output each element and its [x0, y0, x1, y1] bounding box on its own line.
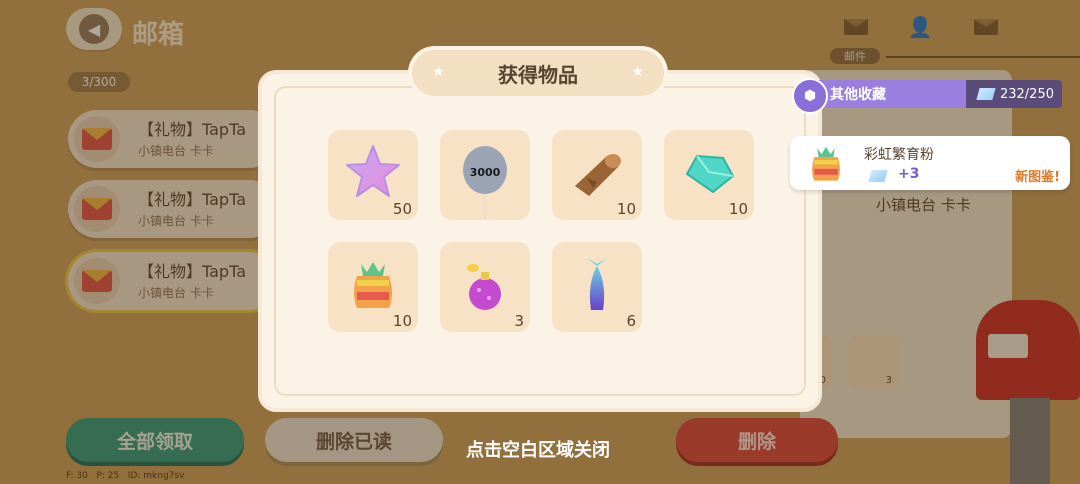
rainbow-pouch-icon: [812, 146, 840, 181]
teal-gem-icon: [685, 154, 735, 194]
gem-icon: [976, 88, 996, 100]
3000-balloon-icon: 3000: [463, 146, 507, 220]
reward-slot: 6: [552, 242, 642, 332]
gem-icon: [868, 170, 888, 182]
reward-slot: 3: [440, 242, 530, 332]
wood-log-icon: [575, 154, 621, 196]
collection-label: 其他收藏: [816, 80, 966, 108]
new-catalog-tag: 新图鉴!: [1015, 170, 1060, 185]
collection-count: 232/250: [966, 80, 1062, 108]
star-icon: ★: [631, 64, 644, 80]
modal-title-banner: ★ 获得物品 ★: [412, 50, 664, 96]
svg-text:3000: 3000: [470, 166, 501, 179]
perfume-bottle-icon: [467, 264, 501, 310]
mermaid-tail-icon: [587, 258, 607, 310]
collection-icon: ⬢: [792, 78, 828, 114]
purple-star-icon: [346, 145, 400, 197]
modal-title: 获得物品: [498, 62, 578, 87]
reward-slot: 10: [328, 242, 418, 332]
rainbow-pouch-icon: [354, 262, 392, 308]
reward-slot: 10: [664, 130, 754, 220]
star-icon: ★: [432, 64, 445, 80]
reward-slot: 50: [328, 130, 418, 220]
close-hint: 点击空白区域关闭: [466, 440, 610, 461]
reward-slot: 3000: [440, 130, 530, 220]
new-item-name: 彩虹繁育粉: [864, 147, 934, 163]
rewards-modal: [258, 70, 822, 412]
reward-slot: 10: [552, 130, 642, 220]
new-item-gain: +3: [898, 166, 920, 182]
new-collection-card: 彩虹繁育粉 +3 新图鉴!: [790, 136, 1070, 190]
